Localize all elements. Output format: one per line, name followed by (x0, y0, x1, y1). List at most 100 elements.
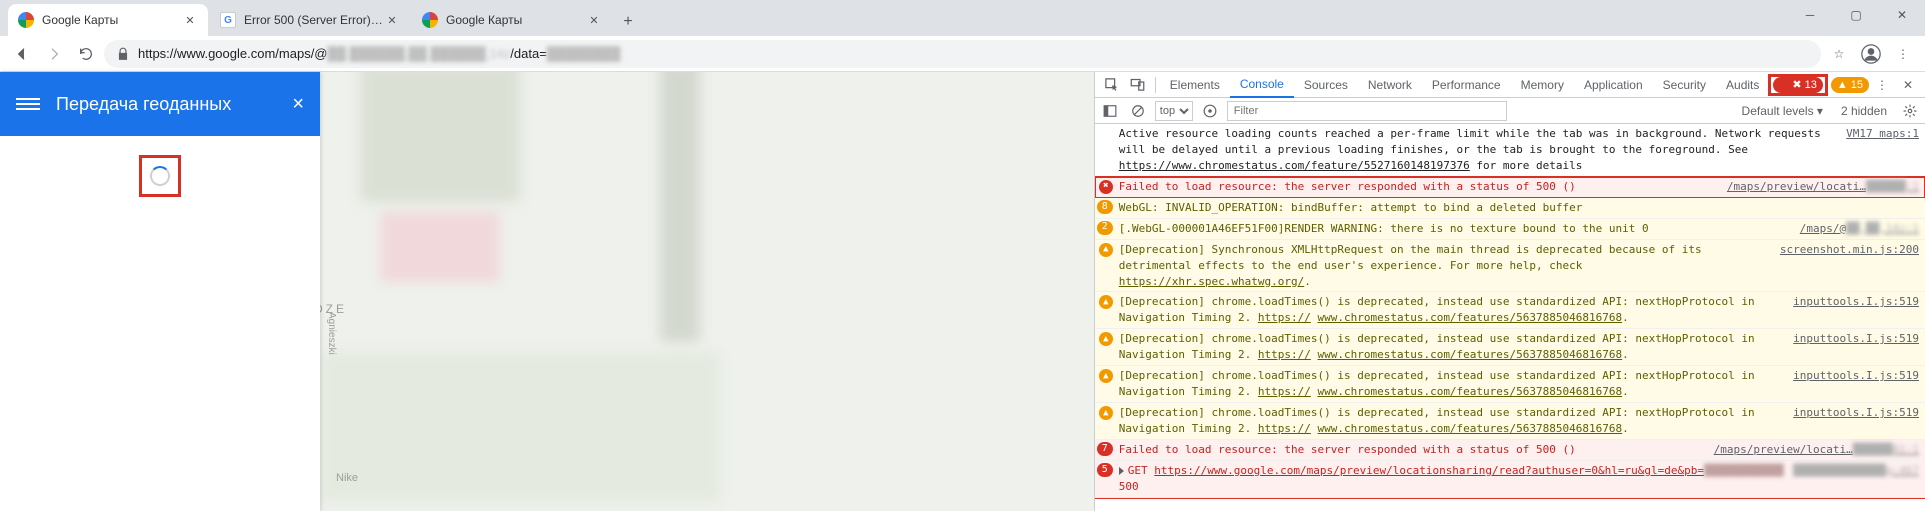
devtools-tabbar: ElementsConsoleSourcesNetworkPerformance… (1095, 72, 1925, 98)
window-close-button[interactable]: ✕ (1879, 0, 1925, 30)
console-settings-icon[interactable] (1899, 100, 1921, 122)
devtools-tab-security[interactable]: Security (1653, 72, 1716, 98)
devtools-tab-application[interactable]: Application (1574, 72, 1653, 98)
nav-forward-button[interactable] (40, 40, 68, 68)
browser-tab-title: Google Карты (446, 13, 586, 27)
map-street-label: Agnieszki (326, 312, 337, 355)
console-row-error[interactable]: 5 GET https://www.google.com/maps/preview… (1095, 461, 1925, 498)
warning-icon: ▲ (1099, 295, 1113, 309)
console-link[interactable]: https:// (1258, 348, 1311, 361)
console-row-info[interactable]: Active resource loading counts reached a… (1095, 124, 1925, 177)
console-sidebar-toggle-icon[interactable] (1099, 100, 1121, 122)
console-source-link[interactable]: /maps/preview/locati…██████81:1 (1714, 442, 1919, 458)
browser-tab-title: Error 500 (Server Error)!!1 (244, 13, 384, 27)
maps-panel-close-button[interactable]: × (292, 93, 304, 116)
new-tab-button[interactable]: + (614, 8, 642, 36)
console-link[interactable]: https://www.google.com/maps/preview/loca… (1154, 464, 1704, 477)
console-source-link[interactable]: inputtools.I.js:519 (1793, 331, 1919, 363)
address-url: https://www.google.com/maps/@██.██████,█… (138, 46, 620, 61)
window-maximize-button[interactable]: ▢ (1833, 0, 1879, 30)
console-repeat-count: 5 (1097, 463, 1113, 477)
browser-menu-icon[interactable]: ⋮ (1889, 40, 1917, 68)
console-message: [Deprecation] chrome.loadTimes() is depr… (1119, 294, 1793, 326)
console-source-link[interactable]: screenshot.min.js:200 (1780, 242, 1919, 290)
google-maps-favicon-icon (422, 12, 438, 28)
console-link[interactable]: https:// (1258, 422, 1311, 435)
console-row-error[interactable]: 7Failed to load resource: the server res… (1095, 440, 1925, 461)
console-link[interactable]: www.chromestatus.com/features/5637885046… (1317, 385, 1622, 398)
browser-toolbar: https://www.google.com/maps/@██.██████,█… (0, 36, 1925, 72)
console-source-link[interactable]: ██████████████g:467 (1793, 463, 1919, 495)
console-row-warn[interactable]: ▲ [Deprecation] chrome.loadTimes() is dep… (1095, 329, 1925, 366)
devtools-tab-elements[interactable]: Elements (1160, 72, 1230, 98)
devtools-menu-icon[interactable]: ⋮ (1869, 72, 1895, 98)
devtools-tab-memory[interactable]: Memory (1511, 72, 1574, 98)
google-maps-favicon-icon (18, 12, 34, 28)
console-row-warn[interactable]: ▲ [Deprecation] chrome.loadTimes() is dep… (1095, 292, 1925, 329)
console-repeat-count: 2 (1097, 221, 1113, 235)
tab-close-icon[interactable]: ✕ (586, 12, 602, 28)
console-row-warn[interactable]: 2 [.WebGL-000001A46EF51F00]RENDER WARNING… (1095, 219, 1925, 240)
console-source-link[interactable]: /maps/@██,██,14z:1 (1800, 221, 1919, 237)
console-link[interactable]: https://xhr.spec.whatwg.org/ (1119, 275, 1304, 288)
devtools-error-count-badge[interactable]: ✖ 13 (1769, 75, 1826, 95)
console-hidden-count[interactable]: 2 hidden (1835, 104, 1893, 118)
console-link[interactable]: www.chromestatus.com/features/5637885046… (1317, 348, 1622, 361)
browser-tab[interactable]: GError 500 (Server Error)!!1✕ (210, 4, 410, 36)
warning-icon: ▲ (1099, 332, 1113, 346)
tab-close-icon[interactable]: ✕ (384, 12, 400, 28)
browser-tab[interactable]: Google Карты✕ (412, 4, 612, 36)
devtools-tab-audits[interactable]: Audits (1716, 72, 1769, 98)
browser-tab[interactable]: Google Карты✕ (8, 4, 208, 36)
console-filter-bar: top Default levels ▾ 2 hidden (1095, 98, 1925, 124)
window-controls: ─ ▢ ✕ (1787, 0, 1925, 30)
console-filter-input[interactable] (1227, 101, 1507, 121)
console-message: [Deprecation] chrome.loadTimes() is depr… (1119, 331, 1793, 363)
console-link[interactable]: www.chromestatus.com/features/5637885046… (1317, 311, 1622, 324)
hamburger-menu-icon[interactable] (16, 98, 40, 110)
device-toolbar-icon[interactable] (1125, 72, 1151, 98)
devtools-warn-count-badge[interactable]: ▲ 15 (1831, 77, 1869, 93)
console-link[interactable]: https://www.chromestatus.com/feature/552… (1119, 159, 1470, 172)
console-message: Failed to load resource: the server resp… (1119, 179, 1727, 195)
console-row-warn[interactable]: 8WebGL: INVALID_OPERATION: bindBuffer: a… (1095, 198, 1925, 219)
console-source-link[interactable]: inputtools.I.js:519 (1793, 294, 1919, 326)
console-clear-icon[interactable] (1127, 100, 1149, 122)
tab-close-icon[interactable]: ✕ (182, 12, 198, 28)
console-row-warn[interactable]: ▲[Deprecation] chrome.loadTimes() is dep… (1095, 366, 1925, 403)
devtools-panel: ElementsConsoleSourcesNetworkPerformance… (1094, 72, 1925, 511)
console-row-warn[interactable]: ▲[Deprecation] chrome.loadTimes() is dep… (1095, 403, 1925, 440)
address-bar[interactable]: https://www.google.com/maps/@██.██████,█… (104, 40, 1821, 68)
console-source-link[interactable]: inputtools.I.js:519 (1793, 368, 1919, 400)
live-expression-icon[interactable] (1199, 100, 1221, 122)
console-message: [.WebGL-000001A46EF51F00]RENDER WARNING:… (1119, 221, 1800, 237)
profile-avatar-icon[interactable] (1857, 40, 1885, 68)
console-source-link[interactable]: inputtools.I.js:519 (1793, 405, 1919, 437)
nav-reload-button[interactable] (72, 40, 100, 68)
console-link[interactable]: https:// (1258, 311, 1311, 324)
window-minimize-button[interactable]: ─ (1787, 0, 1833, 30)
map-poi-label: Nike (336, 472, 358, 484)
devtools-tab-console[interactable]: Console (1230, 72, 1294, 98)
console-link[interactable]: www.chromestatus.com/features/5637885046… (1317, 422, 1622, 435)
bookmark-star-icon[interactable]: ☆ (1825, 40, 1853, 68)
console-message: GET https://www.google.com/maps/preview/… (1119, 463, 1793, 495)
nav-back-button[interactable] (8, 40, 36, 68)
devtools-tab-network[interactable]: Network (1358, 72, 1422, 98)
inspect-element-icon[interactable] (1099, 72, 1125, 98)
console-row-error[interactable]: ✖Failed to load resource: the server res… (1095, 177, 1925, 198)
console-error-group-highlight: 7Failed to load resource: the server res… (1095, 440, 1925, 498)
devtools-tab-sources[interactable]: Sources (1294, 72, 1358, 98)
devtools-close-icon[interactable]: ✕ (1895, 72, 1921, 98)
expand-triangle-icon[interactable] (1119, 467, 1124, 475)
console-row-warn[interactable]: ▲[Deprecation] Synchronous XMLHttpReques… (1095, 240, 1925, 293)
console-source-link[interactable]: VM17 maps:1 (1846, 126, 1919, 174)
console-context-select[interactable]: top (1155, 101, 1193, 121)
console-levels-dropdown[interactable]: Default levels ▾ (1736, 104, 1829, 118)
console-log-list[interactable]: Active resource loading counts reached a… (1095, 124, 1925, 511)
console-repeat-count: 7 (1097, 442, 1113, 456)
devtools-tab-performance[interactable]: Performance (1422, 72, 1511, 98)
console-link[interactable]: https:// (1258, 385, 1311, 398)
map-canvas[interactable]: Agnieszki Nike DZE (320, 72, 1094, 511)
console-source-link[interactable]: /maps/preview/locati…██████:1 (1727, 179, 1919, 195)
